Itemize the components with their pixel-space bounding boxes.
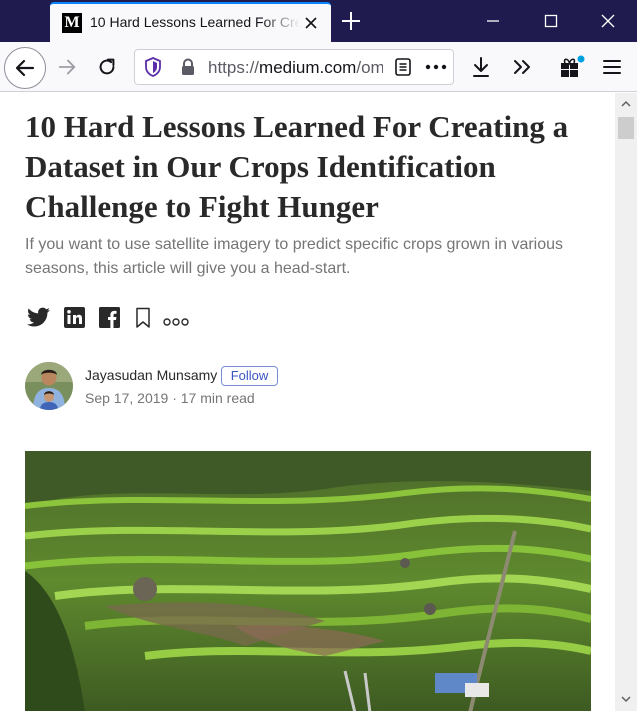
article-title: 10 Hard Lessons Learned For Creating a D… (25, 109, 569, 224)
bookmark-icon[interactable] (135, 307, 151, 331)
scroll-down-icon[interactable] (619, 692, 633, 706)
back-button[interactable] (4, 47, 46, 89)
url-path: /omdena/10-hard-lessons-learned-for-crea… (356, 58, 383, 77)
facebook-icon[interactable] (99, 307, 120, 331)
maximize-icon[interactable] (540, 10, 562, 32)
avatar[interactable] (25, 362, 73, 410)
follow-button[interactable]: Follow (221, 366, 278, 386)
twitter-icon[interactable] (27, 307, 51, 331)
read-time: 17 min read (180, 390, 255, 406)
medium-favicon-icon: M (62, 13, 82, 33)
url-domain: medium.com (259, 58, 357, 77)
reload-icon[interactable] (93, 53, 121, 81)
share-row (27, 306, 207, 332)
publish-date: Sep 17, 2019 (85, 390, 169, 406)
page-viewport: 10 Hard Lessons Learned For Creating a D… (0, 93, 615, 711)
tracking-shield-icon[interactable] (139, 53, 167, 81)
scrollbar-thumb[interactable] (618, 117, 634, 139)
menu-icon[interactable] (598, 53, 626, 81)
browser-tab[interactable]: M 10 Hard Lessons Learned For Creating a… (50, 2, 331, 42)
navigation-toolbar: https://medium.com/omdena/10-hard-lesson… (0, 42, 637, 92)
close-icon[interactable] (302, 14, 320, 32)
lock-icon[interactable] (174, 53, 202, 81)
url-scheme: https:// (208, 58, 260, 77)
overflow-icon[interactable] (508, 53, 536, 81)
linkedin-icon[interactable] (64, 307, 85, 331)
extensions-icon[interactable] (558, 53, 586, 81)
url-text[interactable]: https://medium.com/omdena/10-hard-lesson… (208, 58, 383, 78)
more-icon[interactable] (422, 53, 450, 81)
browser-titlebar: M 10 Hard Lessons Learned For Creating a… (0, 0, 637, 42)
scroll-up-icon[interactable] (619, 97, 633, 111)
minimize-icon[interactable] (482, 10, 504, 32)
plus-icon[interactable] (339, 9, 363, 33)
forward-icon[interactable] (53, 53, 81, 81)
back-icon (15, 59, 35, 77)
tab-title: 10 Hard Lessons Learned For Creating a D… (90, 14, 300, 30)
meta-separator: · (172, 390, 177, 406)
reader-view-icon[interactable] (389, 53, 417, 81)
url-bar[interactable]: https://medium.com/omdena/10-hard-lesson… (134, 49, 454, 85)
article-subtitle: If you want to use satellite imagery to … (25, 236, 564, 277)
window-close-icon[interactable] (597, 10, 619, 32)
more-options-icon[interactable] (163, 314, 189, 338)
article-meta: Sep 17, 2019 · 17 min read (85, 390, 255, 406)
download-icon[interactable] (467, 53, 495, 81)
hero-image (25, 451, 591, 711)
vertical-scrollbar[interactable] (615, 93, 637, 711)
author-name[interactable]: Jayasudan Munsamy (85, 367, 217, 383)
